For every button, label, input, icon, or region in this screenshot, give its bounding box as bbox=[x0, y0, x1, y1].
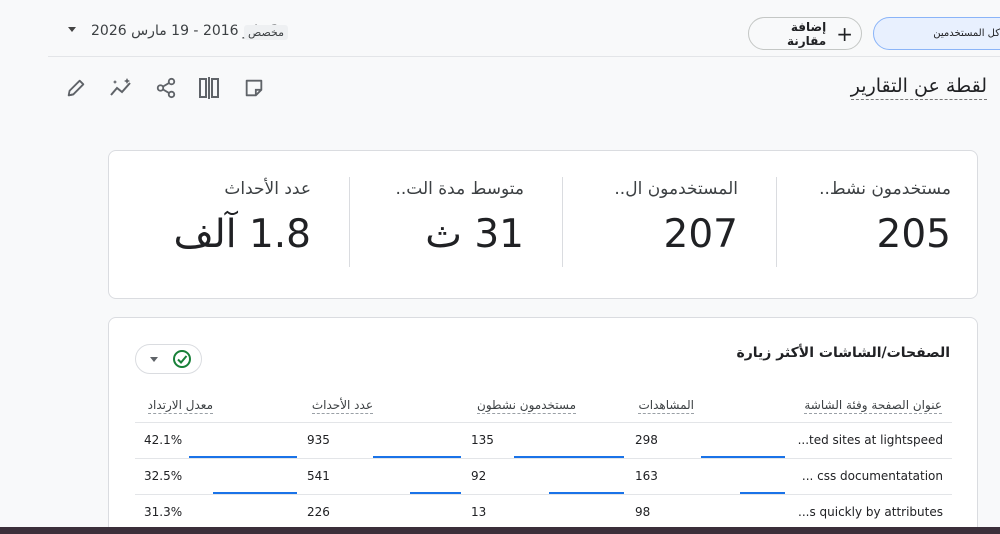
date-preset-chip[interactable]: مخصص bbox=[244, 25, 289, 40]
check-circle-icon bbox=[173, 350, 191, 368]
metric-value: 31 ث bbox=[425, 212, 524, 257]
active-users-cell: 13 bbox=[471, 505, 487, 519]
event-count-cell: 226 bbox=[307, 505, 330, 519]
all-users-label: كل المستخدمين bbox=[933, 28, 1000, 39]
date-dropdown-caret-icon[interactable] bbox=[68, 27, 76, 32]
metric-divider bbox=[349, 177, 350, 267]
metric-value: 1.8 آلف bbox=[173, 212, 311, 257]
add-comparison-label: إضافة مقارنة bbox=[786, 19, 827, 48]
column-header-page-title[interactable]: عنوان الصفحة وفئة الشاشة bbox=[804, 398, 942, 414]
page-title-cell[interactable]: ...ted sites at lightspeed bbox=[798, 433, 943, 447]
compare-columns-icon[interactable] bbox=[196, 75, 222, 101]
metric-new-users[interactable]: المستخدمون ال.. 207 bbox=[538, 179, 738, 257]
metric-label: مستخدمون نشط.. bbox=[819, 179, 951, 199]
event-count-cell: 541 bbox=[307, 469, 330, 483]
views-cell: 98 bbox=[635, 505, 651, 519]
bounce-rate-cell: 42.1% bbox=[144, 433, 183, 447]
note-icon[interactable] bbox=[241, 75, 267, 101]
all-users-chip[interactable]: ك كل المستخدمين bbox=[873, 17, 1000, 50]
column-header-views[interactable]: المشاهدات bbox=[638, 398, 694, 414]
edit-icon[interactable] bbox=[63, 75, 89, 101]
plus-icon: + bbox=[836, 21, 853, 46]
share-icon[interactable] bbox=[153, 75, 179, 101]
taskbar-edge bbox=[0, 527, 1000, 534]
column-header-active-users[interactable]: مستخدمون نشطون bbox=[477, 398, 576, 414]
insights-icon[interactable] bbox=[108, 75, 134, 101]
metric-label: المستخدمون ال.. bbox=[614, 179, 738, 199]
column-header-event-count[interactable]: عدد الأحداث bbox=[311, 398, 373, 414]
active-users-cell: 135 bbox=[471, 433, 494, 447]
metric-value: 205 bbox=[876, 212, 951, 257]
bounce-rate-cell: 32.5% bbox=[144, 469, 183, 483]
metric-divider bbox=[776, 177, 777, 267]
metric-avg-engagement-time[interactable]: متوسط مدة الت.. 31 ث bbox=[324, 179, 524, 257]
metric-event-count[interactable]: عدد الأحداث 1.8 آلف bbox=[111, 179, 311, 257]
status-dropdown[interactable] bbox=[135, 344, 202, 374]
table-row[interactable]: ...ted sites at lightspeed 298 135 935 4… bbox=[135, 422, 952, 458]
add-comparison-button[interactable]: + إضافة مقارنة bbox=[748, 17, 862, 50]
column-header-bounce-rate[interactable]: معدل الارتداد bbox=[147, 398, 213, 414]
active-users-cell: 92 bbox=[471, 469, 487, 483]
chevron-down-icon bbox=[150, 356, 158, 362]
table-row[interactable]: ...s quickly by attributes 98 13 226 31.… bbox=[135, 494, 952, 530]
bounce-rate-cell: 31.3% bbox=[144, 505, 183, 519]
metric-value: 207 bbox=[663, 212, 738, 257]
views-cell: 298 bbox=[635, 433, 658, 447]
event-count-cell: 935 bbox=[307, 433, 330, 447]
views-cell: 163 bbox=[635, 469, 658, 483]
metric-divider bbox=[562, 177, 563, 267]
metric-active-users[interactable]: مستخدمون نشط.. 205 bbox=[751, 179, 951, 257]
metric-label: متوسط مدة الت.. bbox=[395, 179, 524, 199]
top-bar: 3 مايو 2016 - 19 مارس 2026 مخصص + إضافة … bbox=[48, 0, 1000, 57]
page-title: لقطة عن التقارير bbox=[850, 75, 987, 100]
card-title: الصفحات/الشاشات الأكثر زيارة bbox=[736, 345, 950, 361]
metrics-card: مستخدمون نشط.. 205 المستخدمون ال.. 207 م… bbox=[108, 150, 978, 299]
page-title-cell[interactable]: ... css documentatation bbox=[802, 469, 943, 483]
top-pages-card: الصفحات/الشاشات الأكثر زيارة عنوان الصفح… bbox=[108, 317, 978, 534]
metric-label: عدد الأحداث bbox=[224, 179, 311, 199]
page-title-cell[interactable]: ...s quickly by attributes bbox=[798, 505, 943, 519]
table-row[interactable]: ... css documentatation 163 92 541 32.5% bbox=[135, 458, 952, 494]
